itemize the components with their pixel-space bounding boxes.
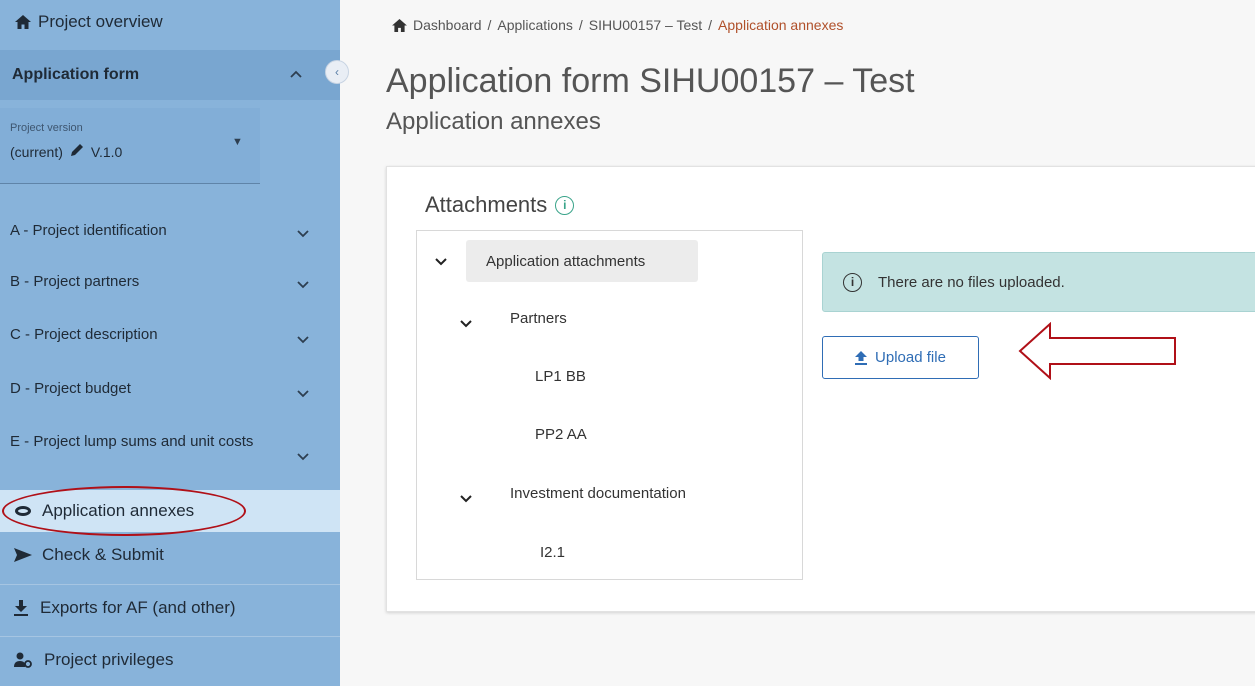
page-title: Application form SIHU00157 – Test xyxy=(386,62,915,100)
sidebar-item-project-partners[interactable]: B - Project partners xyxy=(0,273,340,290)
tree-node-label: I2.1 xyxy=(540,544,566,561)
breadcrumb-current: Application annexes xyxy=(718,17,844,33)
upload-file-button[interactable]: Upload file xyxy=(822,336,979,379)
breadcrumb-project[interactable]: SIHU00157 – Test xyxy=(589,17,702,33)
sidebar-item-label: Project privileges xyxy=(44,649,174,669)
sidebar-item-project-privileges[interactable]: Project privileges xyxy=(0,636,340,682)
tree-node-investment-item[interactable]: I2.1 xyxy=(540,544,565,561)
tree-node-application-attachments[interactable]: Application attachments xyxy=(466,240,698,282)
sidebar-item-project-description[interactable]: C - Project description xyxy=(0,326,340,344)
version-value: (current) V.1.0 xyxy=(10,142,250,161)
chevron-down-icon xyxy=(297,332,309,347)
sidebar-item-lump-sums[interactable]: E - Project lump sums and unit costs xyxy=(0,432,309,461)
chevron-down-icon[interactable] xyxy=(435,254,447,269)
sidebar-item-label: Check & Submit xyxy=(42,545,164,564)
version-number: V.1.0 xyxy=(90,143,123,160)
annotation-arrow-icon xyxy=(1018,321,1178,385)
chevron-down-icon xyxy=(297,386,309,401)
version-label: Project version xyxy=(10,122,83,134)
chevron-up-icon xyxy=(290,65,302,81)
chevron-down-icon[interactable] xyxy=(460,491,472,506)
paperclip-icon xyxy=(14,505,32,517)
chevron-down-icon xyxy=(297,447,309,466)
attachments-title-text: Attachments xyxy=(425,192,548,217)
user-gear-icon xyxy=(14,652,32,668)
caret-down-icon: ▼ xyxy=(232,136,243,148)
home-icon[interactable] xyxy=(392,18,407,32)
breadcrumb-dashboard[interactable]: Dashboard xyxy=(413,17,482,33)
attachments-title: Attachments i xyxy=(425,192,575,218)
sidebar-item-label: Exports for AF (and other) xyxy=(40,597,236,617)
sidebar-item-label: Application annexes xyxy=(42,501,195,520)
info-icon: i xyxy=(843,272,862,292)
breadcrumb-separator: / xyxy=(578,17,583,33)
tree-node-partner[interactable]: LP1 BB xyxy=(535,368,586,385)
sidebar: Project overview Application form Projec… xyxy=(0,0,340,686)
home-icon xyxy=(8,15,38,29)
sidebar-item-label: B - Project partners xyxy=(10,273,140,290)
tree-node-label: PP2 AA xyxy=(535,426,587,443)
collapse-sidebar-button[interactable]: ‹ xyxy=(325,60,349,84)
notice-text: There are no files uploaded. xyxy=(878,273,1065,291)
tree-node-label: LP1 BB xyxy=(535,368,586,385)
breadcrumb: Dashboard / Applications / SIHU00157 – T… xyxy=(392,17,843,33)
application-form-label: Application form xyxy=(12,66,140,83)
sidebar-item-label: A - Project identification xyxy=(10,222,167,239)
tree-node-label: Application attachments xyxy=(486,252,646,270)
tree-node-investment-documentation[interactable]: Investment documentation xyxy=(510,485,686,502)
sidebar-item-check-submit[interactable]: Check & Submit xyxy=(0,532,340,578)
sidebar-item-label: E - Project lump sums and unit costs xyxy=(10,433,254,450)
upload-button-label: Upload file xyxy=(875,349,946,366)
sidebar-item-label: Project overview xyxy=(38,12,163,31)
sidebar-item-project-overview[interactable]: Project overview xyxy=(0,0,340,44)
sidebar-item-project-budget[interactable]: D - Project budget xyxy=(0,380,340,398)
project-version-select[interactable]: Project version (current) V.1.0 ▼ xyxy=(0,108,260,184)
version-current: (current) xyxy=(10,143,63,160)
tree-node-label: Investment documentation xyxy=(510,485,686,502)
page-subtitle: Application annexes xyxy=(386,108,601,135)
sidebar-item-label: C - Project description xyxy=(10,326,158,343)
sidebar-item-exports[interactable]: Exports for AF (and other) xyxy=(0,584,340,630)
upload-icon xyxy=(855,350,868,365)
send-icon xyxy=(14,548,32,562)
chevron-down-icon xyxy=(297,277,309,292)
application-form-header[interactable]: Application form xyxy=(0,50,340,100)
pencil-icon xyxy=(69,142,85,161)
sidebar-item-application-annexes[interactable]: Application annexes xyxy=(0,490,340,532)
no-files-notice: i There are no files uploaded. xyxy=(822,252,1255,312)
breadcrumb-separator: / xyxy=(708,17,713,33)
tree-node-label: Partners xyxy=(510,310,567,327)
chevron-down-icon[interactable] xyxy=(460,316,472,331)
chevron-left-icon: ‹ xyxy=(335,65,339,79)
download-icon xyxy=(14,599,28,616)
sidebar-item-label: D - Project budget xyxy=(10,380,131,397)
tree-node-partner[interactable]: PP2 AA xyxy=(535,426,587,443)
tree-node-partners[interactable]: Partners xyxy=(510,310,567,327)
sidebar-item-project-identification[interactable]: A - Project identification xyxy=(0,222,340,239)
attachments-tree xyxy=(416,230,803,580)
breadcrumb-applications[interactable]: Applications xyxy=(497,17,573,33)
info-icon[interactable]: i xyxy=(555,195,575,215)
breadcrumb-separator: / xyxy=(487,17,492,33)
chevron-down-icon xyxy=(297,226,309,241)
